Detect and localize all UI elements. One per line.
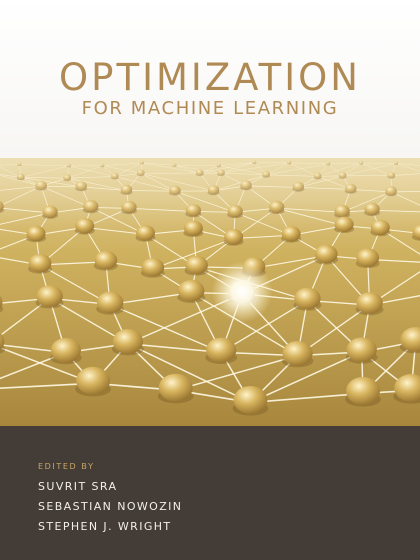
network-node [185,255,208,275]
book-cover: OPTIMIZATION FOR MACHINE LEARNING EDITED… [0,0,420,560]
haze-overlay [0,158,420,228]
network-node [50,337,81,363]
network-node [26,225,46,242]
book-subtitle: FOR MACHINE LEARNING [81,98,339,119]
network-node [158,373,193,402]
book-title: OPTIMIZATION [59,56,361,99]
network-node [36,285,63,308]
editor-name: STEPHEN J. WRIGHT [38,520,172,533]
network-node [94,250,118,270]
network-node [141,257,165,277]
network-node [206,337,237,363]
editor-name: SEBASTIAN NOWOZIN [38,500,183,513]
network-node [356,248,380,268]
editor-name: SUVRIT SRA [38,480,118,493]
network-node [282,340,313,366]
network-node [96,291,124,314]
network-node [345,376,380,405]
network-node [28,253,52,273]
glowing-node [211,261,273,323]
network-node [294,287,321,310]
network-node [281,226,301,242]
network-node [224,229,244,245]
network-node [177,279,205,302]
network-node [76,366,111,395]
edited-by-label: EDITED BY [38,462,95,471]
network-node [356,292,383,314]
network-node [314,244,338,264]
network-node [233,385,268,414]
network-node [346,337,377,363]
network-node [112,329,144,354]
network-illustration [0,158,420,426]
